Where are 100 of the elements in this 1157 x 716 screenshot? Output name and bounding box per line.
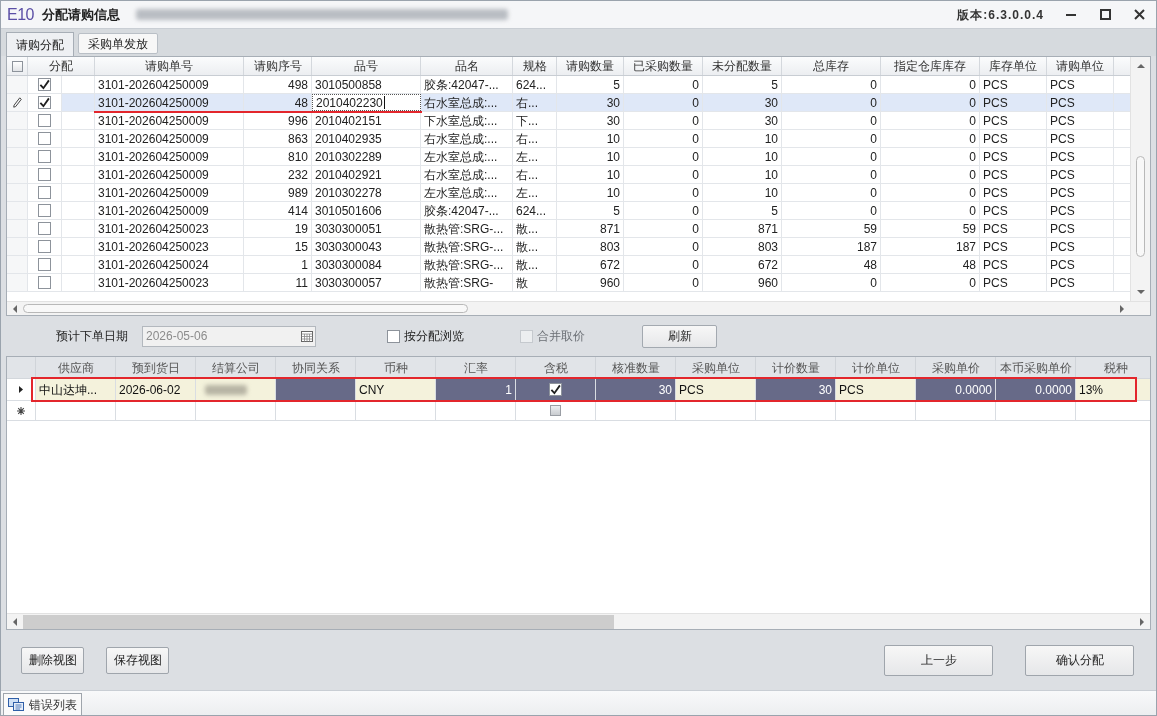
view-button[interactable]: 删除视图 bbox=[21, 646, 84, 674]
column-header[interactable]: 协同关系 bbox=[276, 357, 356, 378]
scroll-right-icon[interactable] bbox=[1140, 617, 1144, 626]
checkbox[interactable] bbox=[38, 78, 51, 91]
scroll-left-icon[interactable] bbox=[13, 304, 17, 313]
table-cell[interactable]: PCS bbox=[836, 379, 916, 400]
checkbox[interactable] bbox=[38, 204, 51, 217]
horizontal-scrollbar[interactable] bbox=[7, 301, 1150, 315]
column-header[interactable]: 分配 bbox=[28, 57, 95, 75]
view-button[interactable]: 保存视图 bbox=[106, 646, 169, 674]
checkbox[interactable] bbox=[549, 383, 562, 396]
table-cell[interactable]: PCS bbox=[676, 379, 756, 400]
table-cell[interactable]: 0.0000 bbox=[996, 379, 1076, 400]
table-cell[interactable]: 2026-06-02 bbox=[116, 379, 196, 400]
column-header[interactable]: 已采购数量 bbox=[624, 57, 703, 75]
checkbox[interactable] bbox=[38, 150, 51, 163]
tab[interactable]: 采购单发放 bbox=[78, 33, 158, 54]
column-header[interactable]: 请购序号 bbox=[244, 57, 312, 75]
table-row[interactable]: 3101-202604250009 810 2010302289 左水室总成:... 左... 10 0 10 0 0 PCS PCS bbox=[7, 148, 1130, 166]
column-header[interactable]: 规格 bbox=[513, 57, 557, 75]
scroll-right-icon[interactable] bbox=[1120, 304, 1124, 313]
column-header[interactable]: 库存单位 bbox=[980, 57, 1047, 75]
table-cell: 0 bbox=[881, 112, 980, 129]
scroll-down-icon[interactable] bbox=[1136, 290, 1145, 294]
scrollbar-thumb[interactable] bbox=[23, 614, 614, 629]
table-row[interactable]: 3101-202604250009 414 3010501606 胶条:42047-... 624... 5 0 5 0 0 PCS PCS bbox=[7, 202, 1130, 220]
checkbox[interactable] bbox=[38, 168, 51, 181]
column-header[interactable]: 总库存 bbox=[782, 57, 881, 75]
table-row[interactable]: 3101-202604250009 498 3010500858 胶条:42047-... 624... 5 0 5 0 0 PCS PCS bbox=[7, 76, 1130, 94]
column-header[interactable]: 请购单位 bbox=[1047, 57, 1114, 75]
table-row[interactable]: 中山达坤... 2026-06-02 CNY 1 30 PCS 30 PCS 0.0000 0.0000 13% bbox=[7, 379, 1150, 401]
scroll-up-icon[interactable] bbox=[1136, 64, 1145, 68]
column-header[interactable]: 本币采购单价 bbox=[996, 357, 1076, 378]
checkbox[interactable] bbox=[38, 222, 51, 235]
column-header[interactable]: 汇率 bbox=[436, 357, 516, 378]
table-cell: 下水室总成:... bbox=[421, 112, 513, 129]
table-cell[interactable] bbox=[276, 379, 356, 400]
step-button[interactable]: 上一步 bbox=[884, 644, 993, 676]
table-cell[interactable]: 30 bbox=[756, 379, 836, 400]
table-row[interactable]: 3101-202604250023 11 3030300057 散热管:SRG- 散 960 0 960 0 0 PCS PCS bbox=[7, 274, 1130, 292]
error-list-tab[interactable]: 错误列表 bbox=[3, 693, 82, 715]
table-cell: 30 bbox=[703, 94, 782, 111]
column-header[interactable]: 币种 bbox=[356, 357, 436, 378]
table-row[interactable]: 3101-202604250023 19 3030300051 散热管:SRG-... 散... 871 0 871 59 59 PCS PCS bbox=[7, 220, 1130, 238]
checkbox[interactable] bbox=[387, 329, 400, 343]
column-header[interactable]: 采购单价 bbox=[916, 357, 996, 378]
column-header[interactable]: 结算公司 bbox=[196, 357, 276, 378]
table-row[interactable]: 3101-202604250009 232 2010402921 右水室总成:... 右... 10 0 10 0 0 PCS PCS bbox=[7, 166, 1130, 184]
table-row[interactable]: 3101-202604250009 48 2010402230 右水室总成:... 右... 30 0 30 0 0 PCS PCS bbox=[7, 94, 1130, 112]
column-header[interactable]: 含税 bbox=[516, 357, 596, 378]
refresh-button[interactable]: 刷新 bbox=[642, 324, 717, 348]
table-cell: PCS bbox=[1047, 184, 1114, 201]
table-cell[interactable]: 13% bbox=[1076, 379, 1150, 400]
checkbox[interactable] bbox=[38, 276, 51, 289]
checkbox[interactable] bbox=[38, 132, 51, 145]
column-header[interactable]: 供应商 bbox=[36, 357, 116, 378]
table-cell[interactable]: 2010402230 bbox=[312, 94, 421, 111]
column-header[interactable]: 核准数量 bbox=[596, 357, 676, 378]
table-cell: 3101-202604250009 bbox=[95, 148, 244, 165]
column-header[interactable]: 采购单位 bbox=[676, 357, 756, 378]
horizontal-scrollbar[interactable] bbox=[7, 613, 1150, 629]
checkbox[interactable] bbox=[38, 114, 51, 127]
table-cell[interactable]: 中山达坤... bbox=[36, 379, 116, 400]
table-row[interactable]: 3101-202604250009 863 2010402935 右水室总成:... 右... 10 0 10 0 0 PCS PCS bbox=[7, 130, 1130, 148]
column-header[interactable]: 预到货日 bbox=[116, 357, 196, 378]
scrollbar-thumb[interactable] bbox=[1136, 156, 1145, 257]
checkbox[interactable] bbox=[38, 186, 51, 199]
column-header[interactable]: 税种 bbox=[1076, 357, 1150, 378]
column-header[interactable]: 指定仓库库存 bbox=[881, 57, 980, 75]
step-button[interactable]: 确认分配 bbox=[1025, 644, 1134, 676]
vertical-scrollbar[interactable] bbox=[1130, 57, 1150, 301]
checkbox[interactable] bbox=[38, 240, 51, 253]
column-header[interactable]: 计价单位 bbox=[836, 357, 916, 378]
table-cell[interactable] bbox=[516, 379, 596, 400]
column-header[interactable]: 品名 bbox=[421, 57, 513, 75]
table-cell[interactable]: CNY bbox=[356, 379, 436, 400]
table-row[interactable]: 3101-202604250009 996 2010402151 下水室总成:... 下... 30 0 30 0 0 PCS PCS bbox=[7, 112, 1130, 130]
scrollbar-thumb[interactable] bbox=[23, 304, 468, 313]
table-cell[interactable] bbox=[196, 379, 276, 400]
table-row[interactable]: 3101-202604250023 15 3030300043 散热管:SRG-... 散... 803 0 803 187 187 PCS PCS bbox=[7, 238, 1130, 256]
tab[interactable]: 请购分配 bbox=[6, 32, 74, 56]
scroll-left-icon[interactable] bbox=[13, 617, 17, 626]
checkbox[interactable] bbox=[38, 96, 51, 109]
table-row[interactable]: 3101-202604250009 989 2010302278 左水室总成:... 左... 10 0 10 0 0 PCS PCS bbox=[7, 184, 1130, 202]
table-cell[interactable]: 1 bbox=[436, 379, 516, 400]
column-header[interactable]: 品号 bbox=[312, 57, 421, 75]
table-cell: 左水室总成:... bbox=[421, 184, 513, 201]
table-row[interactable]: 3101-202604250024 1 3030300084 散热管:SRG-... 散... 672 0 672 48 48 PCS PCS bbox=[7, 256, 1130, 274]
table-cell: 0 bbox=[624, 256, 703, 273]
column-header[interactable]: 计价数量 bbox=[756, 357, 836, 378]
column-header[interactable]: 请购单号 bbox=[95, 57, 244, 75]
table-cell[interactable]: 30 bbox=[596, 379, 676, 400]
table-cell: 48 bbox=[782, 256, 881, 273]
select-all-checkbox[interactable] bbox=[11, 60, 23, 72]
table-cell: 5 bbox=[703, 76, 782, 93]
text-cursor-icon bbox=[383, 96, 385, 109]
column-header[interactable]: 未分配数量 bbox=[703, 57, 782, 75]
checkbox[interactable] bbox=[38, 258, 51, 271]
column-header[interactable]: 请购数量 bbox=[557, 57, 624, 75]
table-cell[interactable]: 0.0000 bbox=[916, 379, 996, 400]
